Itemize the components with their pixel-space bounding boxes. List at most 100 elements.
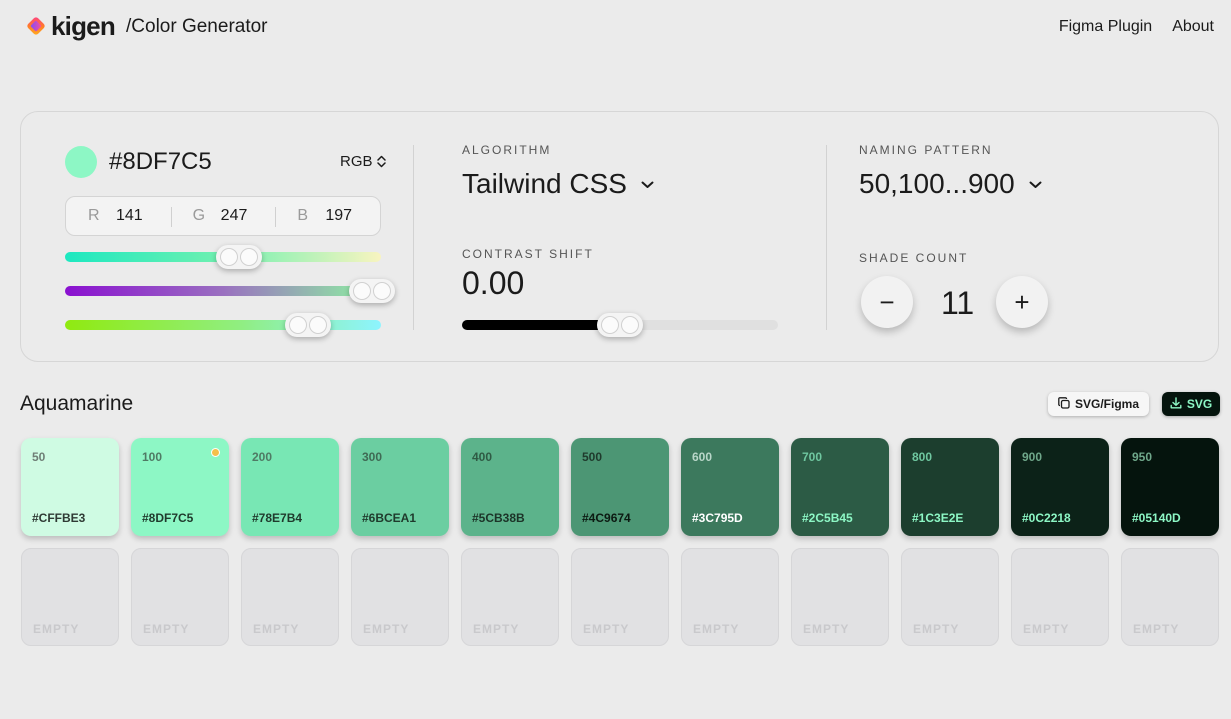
empty-slot-label: EMPTY: [1023, 622, 1070, 636]
swatch-hex-label: #5CB38B: [472, 511, 525, 525]
swatch-shade-label: 300: [362, 450, 383, 464]
nav-figma-plugin[interactable]: Figma Plugin: [1059, 18, 1152, 36]
download-icon: [1170, 396, 1182, 412]
green-channel-input[interactable]: G 247: [170, 197, 276, 235]
download-svg-button[interactable]: SVG: [1162, 392, 1220, 416]
empty-slot-label: EMPTY: [363, 622, 410, 636]
contrast-shift-label: CONTRAST SHIFT: [462, 247, 594, 261]
color-swatch-tile[interactable]: 100 #8DF7C5: [131, 438, 229, 536]
blue-channel-value[interactable]: 197: [325, 207, 352, 225]
download-svg-label: SVG: [1186, 397, 1213, 411]
column-divider: [413, 145, 414, 330]
swatch-shade-label: 800: [912, 450, 933, 464]
green-channel-value[interactable]: 247: [221, 207, 248, 225]
color-mode-select[interactable]: RGB: [340, 153, 386, 170]
shade-count-value: 11: [941, 285, 975, 321]
swatch-shade-label: 950: [1132, 450, 1153, 464]
nav-about[interactable]: About: [1172, 18, 1214, 36]
swatch-hex-label: #6BCEA1: [362, 511, 417, 525]
empty-slot-label: EMPTY: [583, 622, 630, 636]
contrast-shift-handle[interactable]: [597, 313, 643, 337]
swatch-shade-label: 400: [472, 450, 493, 464]
decrement-shades-button[interactable]: −: [861, 276, 913, 328]
empty-swatch-slot: EMPTY: [1121, 548, 1219, 646]
swatch-shade-label: 900: [1022, 450, 1043, 464]
red-slider[interactable]: [65, 245, 381, 269]
rgb-inputs: R 141 G 247 B 197: [65, 196, 381, 236]
empty-swatch-slot: EMPTY: [241, 548, 339, 646]
top-nav: Figma Plugin About: [1059, 18, 1214, 36]
chevron-down-icon: [641, 176, 654, 192]
naming-pattern-select[interactable]: 50,100...900: [859, 168, 1042, 200]
empty-slot-label: EMPTY: [33, 622, 80, 636]
hex-value[interactable]: #8DF7C5: [109, 148, 212, 176]
base-color-indicator-icon: [212, 449, 219, 456]
blue-channel-input[interactable]: B 197: [275, 197, 380, 235]
red-channel-input[interactable]: R 141: [66, 197, 171, 235]
logo-wordmark: kigen: [51, 11, 116, 41]
swatch-shade-label: 200: [252, 450, 273, 464]
color-swatch-tile[interactable]: 400 #5CB38B: [461, 438, 559, 536]
chevron-down-icon: [1029, 176, 1042, 192]
swatch-hex-label: #CFFBE3: [32, 511, 86, 525]
algorithm-select[interactable]: Tailwind CSS: [462, 168, 654, 200]
copy-icon: [1058, 396, 1070, 412]
empty-swatch-slot: EMPTY: [571, 548, 669, 646]
red-channel-value[interactable]: 141: [116, 207, 143, 225]
copy-svg-figma-button[interactable]: SVG/Figma: [1048, 392, 1149, 416]
color-swatch-tile[interactable]: 700 #2C5B45: [791, 438, 889, 536]
logo[interactable]: kigen: [25, 11, 116, 41]
swatch-shade-label: 100: [142, 450, 163, 464]
empty-slot-label: EMPTY: [803, 622, 850, 636]
empty-swatch-slot: EMPTY: [681, 548, 779, 646]
algorithm-value: Tailwind CSS: [462, 168, 627, 199]
blue-slider-handle[interactable]: [285, 313, 332, 337]
swatch-hex-label: #0C2218: [1022, 511, 1071, 525]
swatch-shade-label: 600: [692, 450, 713, 464]
blue-slider[interactable]: [65, 313, 381, 337]
swatch-hex-label: #3C795D: [692, 511, 743, 525]
current-color-swatch[interactable]: [65, 146, 97, 178]
empty-slot-label: EMPTY: [693, 622, 740, 636]
column-divider: [826, 145, 827, 330]
color-swatch-tile[interactable]: 950 #05140D: [1121, 438, 1219, 536]
header: kigen /Color Generator Figma Plugin Abou…: [0, 0, 1231, 56]
increment-shades-button[interactable]: +: [996, 276, 1048, 328]
color-swatch-tile[interactable]: 50 #CFFBE3: [21, 438, 119, 536]
green-slider-handle[interactable]: [348, 279, 395, 303]
blue-channel-label: B: [297, 207, 309, 224]
empty-swatch-slot: EMPTY: [21, 548, 119, 646]
swatch-hex-label: #2C5B45: [802, 511, 853, 525]
color-swatch-tile[interactable]: 500 #4C9674: [571, 438, 669, 536]
empty-swatch-slot: EMPTY: [901, 548, 999, 646]
empty-swatch-slot: EMPTY: [131, 548, 229, 646]
contrast-shift-slider[interactable]: [462, 313, 778, 337]
color-swatch-tile[interactable]: 300 #6BCEA1: [351, 438, 449, 536]
color-swatch-tile[interactable]: 800 #1C3E2E: [901, 438, 999, 536]
color-swatch-tile[interactable]: 200 #78E7B4: [241, 438, 339, 536]
page-title: /Color Generator: [126, 16, 268, 37]
controls-card: #8DF7C5 RGB R 141 G 247 B 197 ALGORITHM …: [20, 111, 1219, 362]
empty-slot-label: EMPTY: [143, 622, 190, 636]
naming-pattern-value: 50,100...900: [859, 168, 1015, 199]
swatch-hex-label: #1C3E2E: [912, 511, 964, 525]
swatch-hex-label: #05140D: [1132, 511, 1181, 525]
empty-swatch-slot: EMPTY: [1011, 548, 1109, 646]
updown-chevron-icon: [376, 155, 386, 168]
empty-slot-label: EMPTY: [913, 622, 960, 636]
green-slider[interactable]: [65, 279, 395, 303]
naming-pattern-label: NAMING PATTERN: [859, 143, 993, 157]
swatch-shade-label: 50: [32, 450, 46, 464]
red-slider-handle[interactable]: [215, 245, 262, 269]
swatch-hex-label: #8DF7C5: [142, 511, 194, 525]
algorithm-label: ALGORITHM: [462, 143, 552, 157]
empty-swatch-slot: EMPTY: [351, 548, 449, 646]
contrast-shift-value: 0.00: [462, 265, 525, 301]
empty-slot-label: EMPTY: [1133, 622, 1180, 636]
color-swatch-tile[interactable]: 900 #0C2218: [1011, 438, 1109, 536]
shade-count-label: SHADE COUNT: [859, 251, 969, 265]
color-swatch-tile[interactable]: 600 #3C795D: [681, 438, 779, 536]
palette-name: Aquamarine: [20, 392, 134, 415]
swatch-shade-label: 500: [582, 450, 603, 464]
green-channel-label: G: [192, 207, 206, 224]
